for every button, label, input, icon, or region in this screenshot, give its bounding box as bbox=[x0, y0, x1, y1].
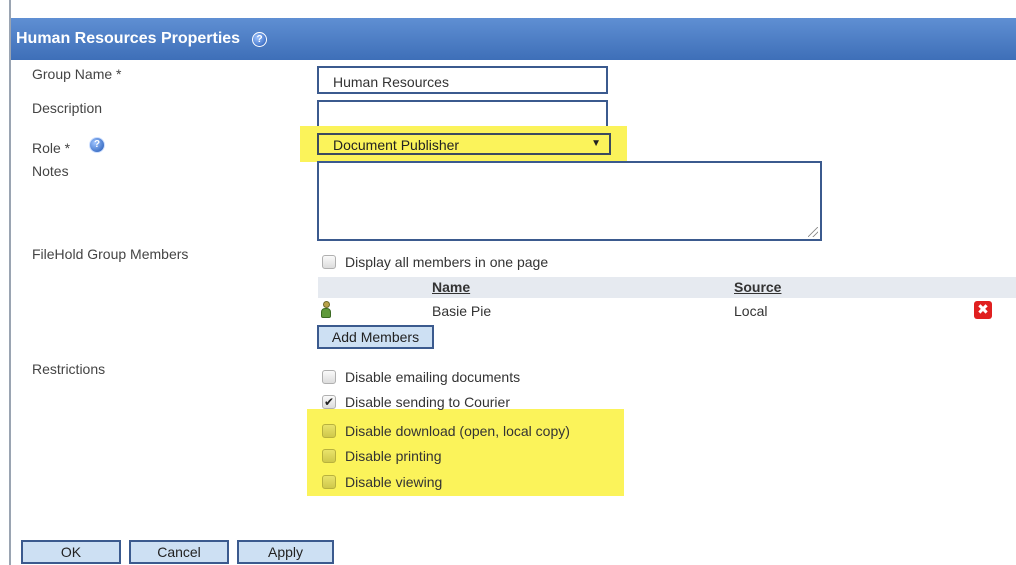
ok-button[interactable]: OK bbox=[21, 540, 121, 564]
help-icon[interactable]: ? bbox=[252, 31, 268, 47]
restriction-row[interactable]: Disable emailing documents bbox=[322, 369, 520, 385]
members-table: Name Source Basie Pie Local ✖ bbox=[318, 277, 1016, 323]
left-border bbox=[9, 0, 11, 565]
restriction-row[interactable]: Disable viewing bbox=[322, 474, 442, 490]
role-label: Role * bbox=[32, 140, 71, 156]
restriction-checkbox[interactable] bbox=[322, 424, 336, 438]
member-source: Local bbox=[734, 303, 768, 319]
restriction-checkbox[interactable]: ✔ bbox=[322, 395, 336, 409]
description-label: Description bbox=[32, 100, 103, 116]
members-label: FileHold Group Members bbox=[32, 246, 189, 262]
display-all-label: Display all members in one page bbox=[345, 254, 549, 270]
column-header-source[interactable]: Source bbox=[734, 279, 781, 295]
restriction-label: Disable printing bbox=[345, 448, 442, 464]
panel-header: Human Resources Properties ? bbox=[11, 18, 1016, 60]
group-name-label: Group Name * bbox=[32, 66, 122, 82]
cancel-button[interactable]: Cancel bbox=[129, 540, 229, 564]
restriction-checkbox[interactable] bbox=[322, 370, 336, 384]
restriction-label: Disable viewing bbox=[345, 474, 443, 490]
restriction-row[interactable]: Disable download (open, local copy) bbox=[322, 423, 570, 439]
restriction-checkbox[interactable] bbox=[322, 475, 336, 489]
group-name-input[interactable]: Human Resources bbox=[317, 66, 608, 94]
restriction-label: Disable sending to Courier bbox=[345, 394, 510, 410]
page-title: Human Resources Properties bbox=[16, 30, 241, 47]
column-header-name[interactable]: Name bbox=[432, 279, 470, 295]
restriction-label: Disable emailing documents bbox=[345, 369, 521, 385]
user-icon bbox=[321, 301, 331, 318]
member-name: Basie Pie bbox=[432, 303, 492, 319]
notes-textarea[interactable] bbox=[317, 161, 822, 241]
display-all-checkbox[interactable] bbox=[322, 255, 336, 269]
restriction-checkbox[interactable] bbox=[322, 449, 336, 463]
role-select[interactable]: Document Publisher ▼ bbox=[317, 133, 611, 155]
restriction-row[interactable]: ✔ Disable sending to Courier bbox=[322, 394, 510, 410]
chevron-down-icon: ▼ bbox=[591, 138, 601, 149]
display-all-checkbox-row[interactable]: Display all members in one page bbox=[322, 254, 548, 270]
restrictions-label: Restrictions bbox=[32, 361, 106, 377]
restriction-label: Disable download (open, local copy) bbox=[345, 423, 570, 439]
notes-label: Notes bbox=[32, 163, 69, 179]
apply-button[interactable]: Apply bbox=[237, 540, 334, 564]
role-select-value: Document Publisher bbox=[333, 137, 460, 153]
help-icon[interactable]: ? bbox=[89, 137, 105, 153]
delete-icon[interactable]: ✖ bbox=[974, 301, 992, 319]
restriction-row[interactable]: Disable printing bbox=[322, 448, 442, 464]
description-input[interactable] bbox=[317, 100, 608, 128]
add-members-button[interactable]: Add Members bbox=[317, 325, 434, 349]
table-header: Name Source bbox=[318, 277, 1016, 298]
resize-grip-icon[interactable] bbox=[808, 227, 818, 237]
table-row[interactable]: Basie Pie Local ✖ bbox=[318, 298, 1016, 323]
